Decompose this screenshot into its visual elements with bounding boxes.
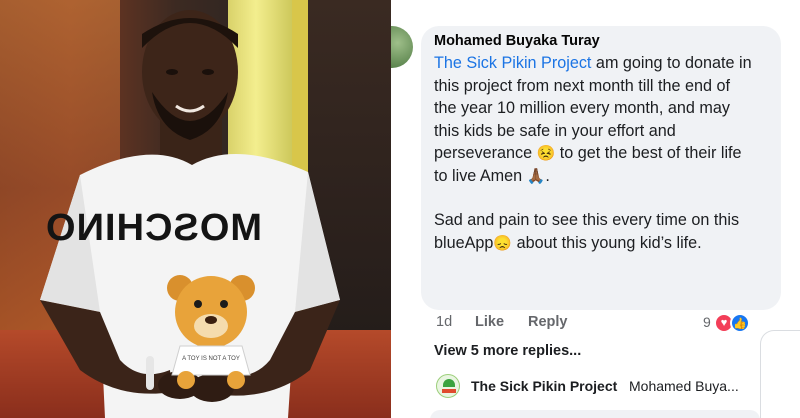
comment-paragraph-2: Sad and pain to see this every time on t…: [434, 209, 756, 254]
view-more-replies-link[interactable]: View 5 more replies...: [434, 343, 581, 359]
person-figure: MOSCHINO A TOY IS NOT A TOY: [40, 10, 340, 418]
comment-author[interactable]: Mohamed Buyaka Turay: [434, 33, 600, 49]
reaction-count[interactable]: 9: [703, 314, 711, 330]
persevering-face-emoji: 😣: [536, 145, 556, 162]
comment-text-part: about this young kid’s life.: [512, 233, 702, 252]
comment-text-part: .: [545, 166, 550, 185]
adjacent-panel-edge: [760, 330, 800, 418]
like-button[interactable]: Like: [475, 314, 504, 330]
shirt-brand-text: MOSCHINO: [45, 207, 262, 249]
comment-timestamp[interactable]: 1d: [436, 314, 452, 330]
mention-link[interactable]: The Sick Pikin Project: [434, 54, 591, 72]
folded-hands-emoji: 🙏🏾: [526, 167, 546, 185]
man-photo: MOSCHINO A TOY IS NOT A TOY: [0, 0, 391, 418]
latest-reply[interactable]: The Sick Pikin Project Mohamed Buya...: [436, 374, 766, 400]
logo-bar-icon: [442, 389, 456, 393]
commenter-avatar[interactable]: [391, 26, 413, 68]
comment-paragraph-1: The Sick Pikin Project am going to donat…: [434, 52, 756, 187]
disappointed-face-emoji: 😞: [493, 234, 513, 252]
reply-button[interactable]: Reply: [528, 314, 568, 330]
shirt-small-text: A TOY IS NOT A TOY: [182, 356, 240, 362]
leaf-logo-icon: [443, 379, 455, 387]
reply-preview-text: Mohamed Buya...: [629, 378, 739, 394]
next-comment-bubble: [430, 410, 760, 418]
reaction-summary[interactable]: ♥ 👍: [714, 313, 754, 333]
reply-author[interactable]: The Sick Pikin Project: [471, 378, 617, 394]
thumbs-up-reaction-icon: 👍: [730, 313, 750, 333]
comment-body: The Sick Pikin Project am going to donat…: [434, 52, 756, 254]
page-avatar[interactable]: [436, 374, 460, 398]
